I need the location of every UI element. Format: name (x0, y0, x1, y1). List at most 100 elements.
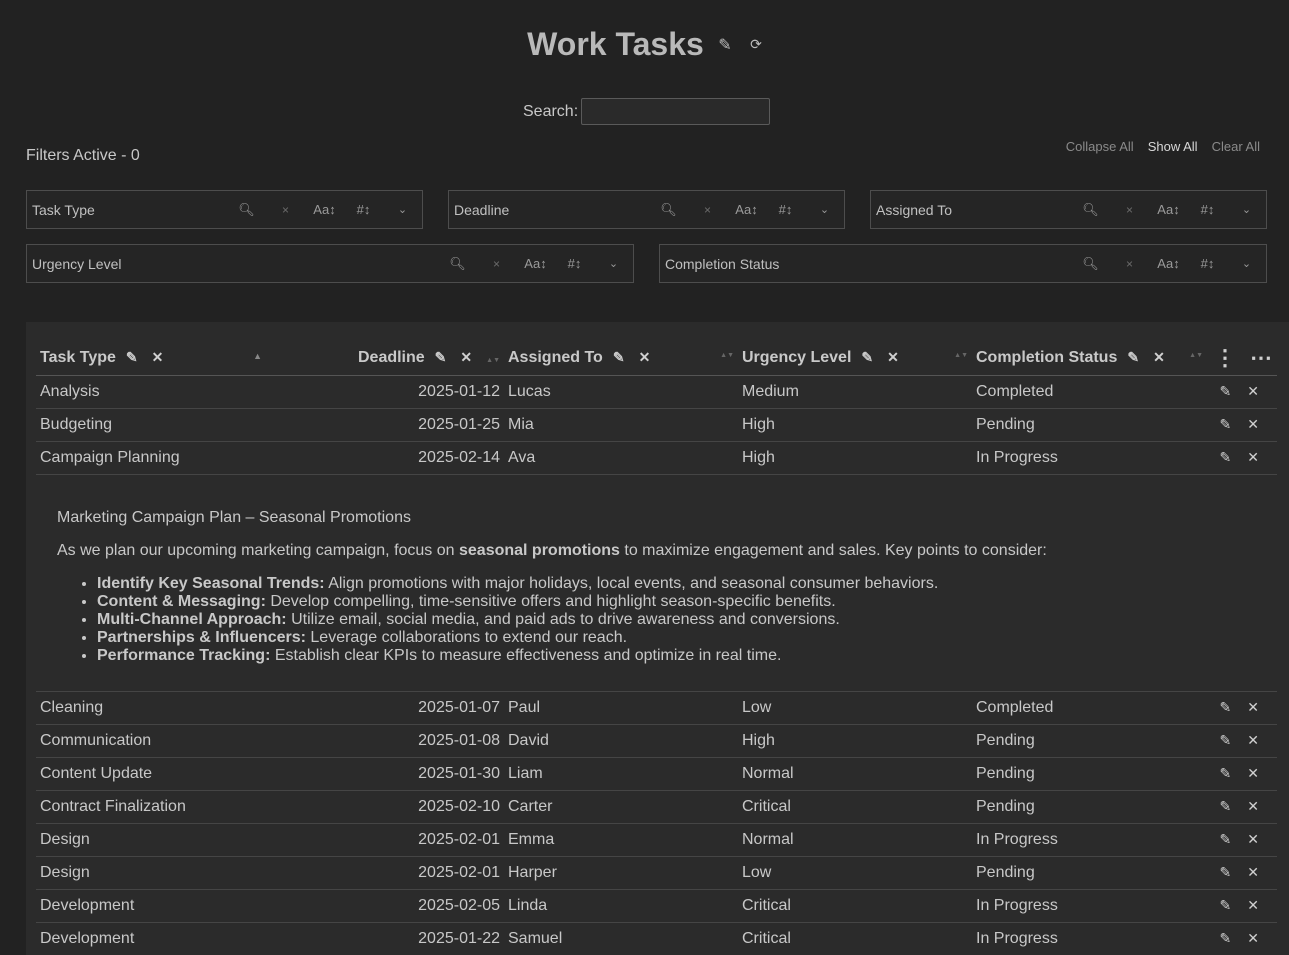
number-sort-icon[interactable]: #↕ (1188, 256, 1227, 271)
tasks-table-area: Task Type ✎ ✕ ▲ Deadline ✎ ✕ ▲▼ Assigned To ✎ ✕ ▲… (26, 322, 1289, 955)
pencil-icon[interactable]: ✎ (1127, 349, 1139, 365)
row-actions: ✎ ✕ (1207, 691, 1277, 725)
cell-urgency-level: High (738, 441, 972, 475)
number-sort-icon[interactable]: #↕ (766, 202, 805, 217)
clear-icon[interactable]: × (688, 203, 727, 217)
search-input[interactable] (581, 98, 771, 125)
show-all-button[interactable]: Show All (1148, 139, 1198, 154)
close-icon[interactable]: ✕ (460, 349, 472, 365)
edit-row-icon[interactable]: ✎ (1220, 699, 1232, 715)
list-item: Identify Key Seasonal Trends: Align prom… (97, 575, 1277, 593)
table-row[interactable]: Contract Finalization 2025-02-10 Carter … (36, 790, 1277, 824)
edit-row-icon[interactable]: ✎ (1220, 864, 1232, 880)
sort-icon[interactable]: ▲▼ (720, 352, 734, 359)
chevron-down-icon[interactable]: ⌄ (594, 257, 633, 270)
sort-icon[interactable]: ▲▼ (1189, 352, 1203, 359)
chevron-down-icon[interactable]: ⌄ (1227, 257, 1266, 270)
sort-icon[interactable]: ▲▼ (954, 352, 968, 359)
delete-row-icon[interactable]: ✕ (1247, 732, 1259, 748)
table-row[interactable]: Development 2025-02-05 Linda Critical In… (36, 889, 1277, 923)
clear-icon[interactable]: × (266, 203, 305, 217)
table-row[interactable]: Campaign Planning 2025-02-14 Ava High In… (36, 441, 1277, 475)
table-row[interactable]: Design 2025-02-01 Emma Normal In Progres… (36, 823, 1277, 857)
delete-row-icon[interactable]: ✕ (1247, 699, 1259, 715)
table-row[interactable]: Communication 2025-01-08 David High Pend… (36, 724, 1277, 758)
text-sort-icon[interactable]: Aa↕ (727, 202, 766, 217)
table-row[interactable]: Design 2025-02-01 Harper Low Pending ✎ ✕ (36, 856, 1277, 890)
delete-row-icon[interactable]: ✕ (1247, 798, 1259, 814)
search-icon[interactable]: 🔍︎ (649, 202, 688, 218)
chevron-down-icon[interactable]: ⌄ (1227, 203, 1266, 216)
cell-urgency-level: Critical (738, 790, 972, 824)
clear-icon[interactable]: × (1110, 203, 1149, 217)
collapse-all-button[interactable]: Collapse All (1066, 139, 1134, 154)
list-item: Content & Messaging: Develop compelling,… (97, 593, 1277, 611)
edit-row-icon[interactable]: ✎ (1220, 732, 1232, 748)
refresh-icon[interactable]: ⟳ (750, 36, 762, 53)
pencil-icon[interactable]: ✎ (718, 35, 731, 55)
more-options-icon[interactable]: ⋯ (1250, 345, 1273, 370)
edit-row-icon[interactable]: ✎ (1220, 930, 1232, 946)
cell-assigned-to: Samuel (504, 922, 738, 955)
delete-row-icon[interactable]: ✕ (1247, 383, 1259, 399)
pencil-icon[interactable]: ✎ (861, 349, 873, 365)
close-icon[interactable]: ✕ (887, 349, 899, 365)
kebab-menu-icon[interactable]: ⋮ (1214, 345, 1236, 370)
search-icon[interactable]: 🔍︎ (1071, 256, 1110, 272)
table-row[interactable]: Cleaning 2025-01-07 Paul Low Completed ✎… (36, 691, 1277, 725)
text-sort-icon[interactable]: Aa↕ (1149, 202, 1188, 217)
edit-row-icon[interactable]: ✎ (1220, 897, 1232, 913)
number-sort-icon[interactable]: #↕ (344, 202, 383, 217)
edit-row-icon[interactable]: ✎ (1220, 416, 1232, 432)
intro-text-end: to maximize engagement and sales. Key po… (619, 541, 1047, 559)
search-icon[interactable]: 🔍︎ (227, 202, 266, 218)
edit-row-icon[interactable]: ✎ (1220, 798, 1232, 814)
delete-row-icon[interactable]: ✕ (1247, 416, 1259, 432)
pencil-icon[interactable]: ✎ (435, 349, 447, 365)
edit-row-icon[interactable]: ✎ (1220, 765, 1232, 781)
filter-label: Completion Status (665, 255, 780, 272)
delete-row-icon[interactable]: ✕ (1247, 930, 1259, 946)
text-sort-icon[interactable]: Aa↕ (305, 202, 344, 217)
close-icon[interactable]: ✕ (639, 349, 651, 365)
clear-all-button[interactable]: Clear All (1212, 139, 1260, 154)
cell-urgency-level: Low (738, 691, 972, 725)
close-icon[interactable]: ✕ (1153, 349, 1165, 365)
number-sort-icon[interactable]: #↕ (555, 256, 594, 271)
bullet-title: Performance Tracking: (97, 646, 271, 664)
cell-task-type: Analysis (36, 375, 266, 409)
sort-icon[interactable]: ▲▼ (486, 357, 500, 364)
text-sort-icon[interactable]: Aa↕ (1149, 256, 1188, 271)
cell-completion-status: Pending (972, 856, 1207, 890)
search-icon[interactable]: 🔍︎ (438, 256, 477, 272)
chevron-down-icon[interactable]: ⌄ (383, 203, 422, 216)
close-icon[interactable]: ✕ (152, 349, 164, 365)
clear-icon[interactable]: × (1110, 257, 1149, 271)
table-row[interactable]: Development 2025-01-22 Samuel Critical I… (36, 922, 1277, 955)
delete-row-icon[interactable]: ✕ (1247, 765, 1259, 781)
pencil-icon[interactable]: ✎ (613, 349, 625, 365)
cell-task-type: Budgeting (36, 408, 266, 442)
pencil-icon[interactable]: ✎ (126, 349, 138, 365)
delete-row-icon[interactable]: ✕ (1247, 449, 1259, 465)
edit-row-icon[interactable]: ✎ (1220, 383, 1232, 399)
text-sort-icon[interactable]: Aa↕ (516, 256, 555, 271)
clear-icon[interactable]: × (477, 257, 516, 271)
detail-intro: As we plan our upcoming marketing campai… (57, 542, 1277, 560)
delete-row-icon[interactable]: ✕ (1247, 831, 1259, 847)
search-icon[interactable]: 🔍︎ (1071, 202, 1110, 218)
edit-row-icon[interactable]: ✎ (1220, 449, 1232, 465)
cell-urgency-level: Normal (738, 757, 972, 791)
delete-row-icon[interactable]: ✕ (1247, 864, 1259, 880)
table-row[interactable]: Content Update 2025-01-30 Liam Normal Pe… (36, 757, 1277, 791)
cell-task-type: Contract Finalization (36, 790, 266, 824)
column-header-urgency-level: Urgency Level ✎ ✕ ▲▼ (738, 341, 972, 376)
table-row[interactable]: Budgeting 2025-01-25 Mia High Pending ✎ ✕ (36, 408, 1277, 442)
detail-list: Identify Key Seasonal Trends: Align prom… (57, 575, 1277, 665)
edit-row-icon[interactable]: ✎ (1220, 831, 1232, 847)
sort-asc-icon[interactable]: ▲ (253, 351, 262, 360)
number-sort-icon[interactable]: #↕ (1188, 202, 1227, 217)
table-row[interactable]: Analysis 2025-01-12 Lucas Medium Complet… (36, 375, 1277, 409)
delete-row-icon[interactable]: ✕ (1247, 897, 1259, 913)
chevron-down-icon[interactable]: ⌄ (805, 203, 844, 216)
